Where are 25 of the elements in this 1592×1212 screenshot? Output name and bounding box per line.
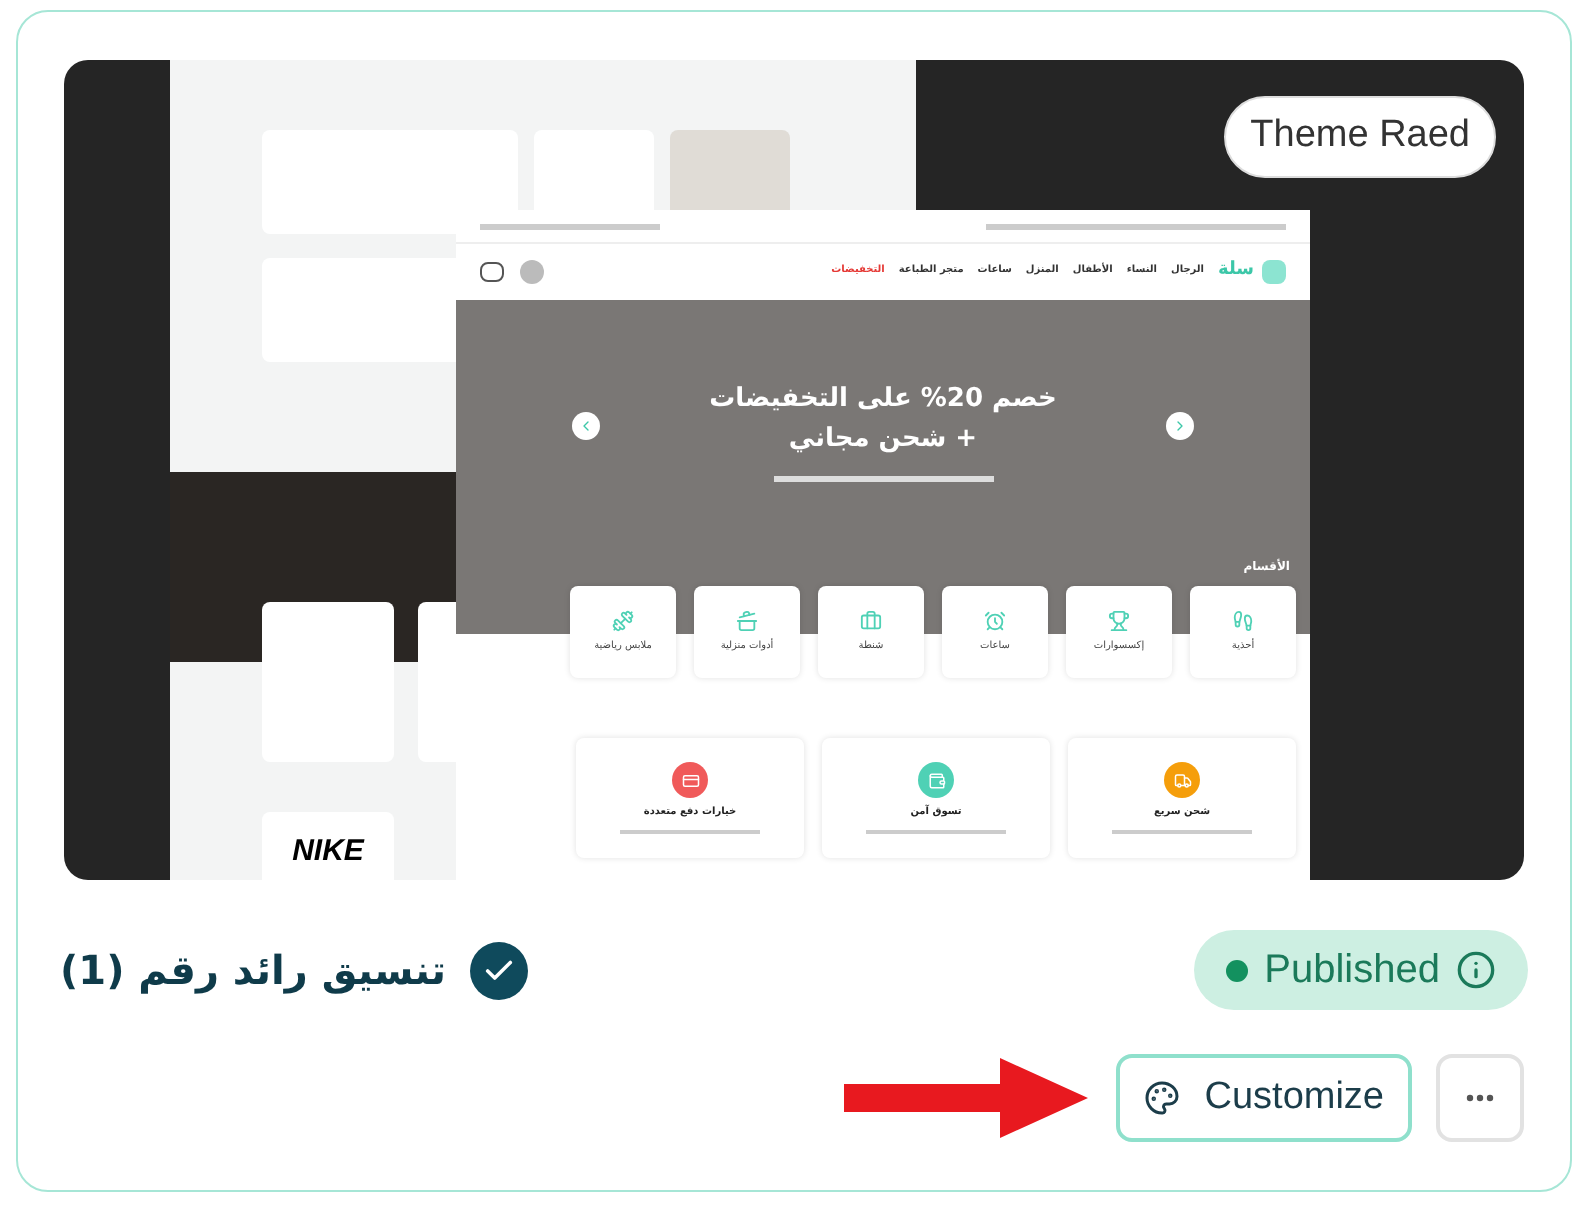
info-icon[interactable] xyxy=(1456,950,1496,990)
feature-description xyxy=(1112,829,1252,834)
category-icon xyxy=(860,609,882,632)
category-icon xyxy=(1232,609,1254,632)
logo-mark-icon xyxy=(1262,260,1286,284)
category-icon xyxy=(1108,609,1130,632)
chevron-right-icon xyxy=(1172,418,1188,434)
avatar xyxy=(520,260,544,284)
theme-name-badge: Theme Raed xyxy=(1224,96,1496,177)
feature-description xyxy=(620,829,760,834)
category-icon xyxy=(736,609,758,632)
category-icon xyxy=(612,609,634,632)
brand-logo: NIKE xyxy=(292,831,364,872)
previous-arrow-button[interactable] xyxy=(572,412,600,440)
hero-heading: خصم 20% على التخفيضات + شحن مجاني xyxy=(707,382,1059,458)
customize-button[interactable]: Customize xyxy=(1116,1054,1412,1142)
palette-icon xyxy=(1144,1080,1181,1116)
category-icon xyxy=(984,609,1006,632)
chevron-left-icon xyxy=(578,418,594,434)
arrow-icon xyxy=(844,1058,1089,1138)
more-icon xyxy=(1466,1094,1494,1102)
feature-description xyxy=(866,829,1006,834)
next-arrow-button[interactable] xyxy=(1166,412,1194,440)
theme-title: تنسيق رائد رقم (1) xyxy=(60,944,447,998)
status-badge: Published xyxy=(1194,930,1528,1010)
